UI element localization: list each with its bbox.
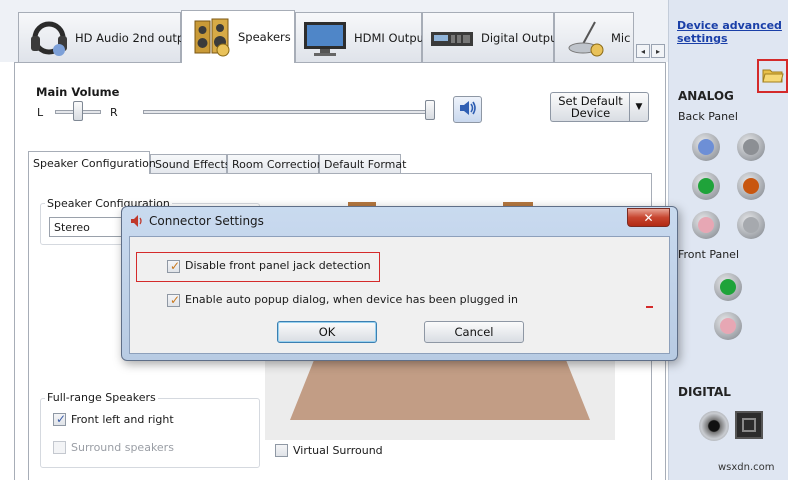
scroll-left-button[interactable]: ◂	[636, 44, 650, 58]
dialog-content: ✓ Disable front panel jack detection ✓ E…	[129, 236, 670, 354]
red-marker	[646, 306, 653, 308]
disable-jack-detection-label: Disable front panel jack detection	[185, 259, 371, 272]
tab-label: Speakers	[238, 30, 291, 44]
microphone-icon	[565, 18, 605, 58]
check-icon: ✓	[170, 259, 181, 273]
back-panel-pink-jack[interactable]	[692, 211, 720, 239]
check-icon: ✓	[56, 412, 67, 426]
tab-default-format[interactable]: Default Format	[319, 154, 406, 173]
speaker-configuration-value: Stereo	[54, 221, 90, 234]
auto-popup-checkbox[interactable]: ✓	[167, 293, 181, 307]
check-icon: ✓	[170, 293, 181, 307]
ok-label: OK	[318, 325, 336, 339]
tab-label: Room Correction	[232, 157, 324, 171]
ok-button[interactable]: OK	[277, 321, 377, 343]
balance-slider-thumb[interactable]	[73, 101, 83, 121]
back-panel-gray-jack[interactable]	[737, 133, 765, 161]
tab-label: Speaker Configuration	[33, 156, 156, 170]
tab-sound-effects[interactable]: Sound Effects	[150, 154, 231, 173]
front-left-right-label: Front left and right	[71, 413, 174, 426]
device-advanced-settings-link[interactable]: Device advanced settings	[677, 19, 782, 45]
dialog-titlebar[interactable]: Connector Settings ✕	[122, 207, 677, 235]
speaker-icon	[130, 214, 144, 231]
back-panel-blue-jack[interactable]	[692, 133, 720, 161]
virtual-surround-checkbox[interactable]	[275, 444, 288, 457]
front-left-right-checkbox[interactable]: ✓	[53, 412, 67, 426]
back-panel-label: Back Panel	[678, 110, 738, 123]
digital-heading: DIGITAL	[678, 385, 731, 399]
monitor-icon	[302, 18, 348, 58]
set-default-device-button[interactable]: Set Default Device	[550, 92, 630, 122]
close-icon: ✕	[643, 210, 654, 225]
link-line-2: settings	[677, 32, 728, 45]
analog-heading: ANALOG	[678, 89, 734, 103]
cancel-label: Cancel	[454, 325, 494, 339]
full-range-speakers-label: Full-range Speakers	[45, 391, 158, 404]
main-volume-title: Main Volume	[36, 85, 120, 99]
tab-speakers[interactable]: Speakers	[181, 10, 295, 63]
speakers-icon	[192, 17, 232, 57]
surround-speakers-label: Surround speakers	[71, 441, 174, 454]
disable-jack-detection-checkbox[interactable]: ✓	[167, 259, 181, 273]
tab-hdmi-output[interactable]: HDMI Output	[295, 12, 428, 62]
tab-label: Digital Output	[481, 30, 562, 45]
device-tab-strip: HD Audio 2nd output Speakers HDMI Output	[0, 0, 668, 63]
mute-button[interactable]	[453, 96, 482, 123]
tab-label: Default Format	[324, 157, 407, 171]
tab-mic-in[interactable]: Mic i	[554, 12, 634, 62]
digital-receiver-icon	[429, 18, 475, 58]
speaker-volume-icon	[458, 99, 478, 120]
tab-label: Sound Effects	[155, 157, 231, 171]
front-panel-pink-jack[interactable]	[714, 312, 742, 340]
tab-label: HDMI Output	[354, 30, 429, 45]
tab-digital-output[interactable]: Digital Output	[422, 12, 562, 62]
tab-speaker-configuration[interactable]: Speaker Configuration	[28, 151, 156, 174]
optical-output-icon[interactable]	[735, 411, 763, 439]
virtual-surround-label: Virtual Surround	[293, 444, 383, 457]
set-default-label-2: Device	[570, 106, 611, 120]
back-panel-orange-jack[interactable]	[737, 172, 765, 200]
dialog-title: Connector Settings	[149, 214, 264, 228]
volume-slider-track[interactable]	[143, 110, 435, 114]
headset-icon	[29, 18, 69, 58]
tab-label: HD Audio 2nd output	[75, 30, 196, 45]
full-range-speakers-group	[40, 398, 260, 468]
connector-settings-dialog: Connector Settings ✕ ✓ Disable front pan…	[121, 206, 678, 361]
balance-right-label: R	[110, 106, 118, 119]
surround-speakers-checkbox[interactable]	[53, 441, 66, 454]
close-button[interactable]: ✕	[627, 208, 670, 227]
chevron-down-icon: ▼	[635, 102, 643, 112]
speaker-configuration-select[interactable]: Stereo	[49, 217, 129, 237]
set-default-dropdown-button[interactable]: ▼	[629, 92, 649, 122]
cancel-button[interactable]: Cancel	[424, 321, 524, 343]
tab-label: Mic i	[611, 30, 633, 45]
balance-left-label: L	[37, 106, 44, 119]
auto-popup-label: Enable auto popup dialog, when device ha…	[185, 293, 518, 306]
tab-room-correction[interactable]: Room Correction	[227, 154, 324, 173]
folder-icon[interactable]	[762, 65, 784, 88]
coaxial-output-icon[interactable]	[699, 411, 729, 441]
front-panel-label: Front Panel	[678, 248, 739, 261]
room-floor-carpet	[290, 360, 590, 420]
front-panel-green-jack[interactable]	[714, 273, 742, 301]
watermark-text: wsxdn.com	[718, 462, 775, 473]
back-panel-gray-jack-2[interactable]	[737, 211, 765, 239]
scroll-right-button[interactable]: ▸	[651, 44, 665, 58]
link-line-1: Device advanced	[677, 19, 782, 32]
tab-scroll-buttons: ◂ ▸	[636, 44, 665, 58]
tab-hd-audio-2nd-output[interactable]: HD Audio 2nd output	[18, 12, 196, 62]
volume-slider-thumb[interactable]	[425, 100, 435, 120]
back-panel-green-jack[interactable]	[692, 172, 720, 200]
